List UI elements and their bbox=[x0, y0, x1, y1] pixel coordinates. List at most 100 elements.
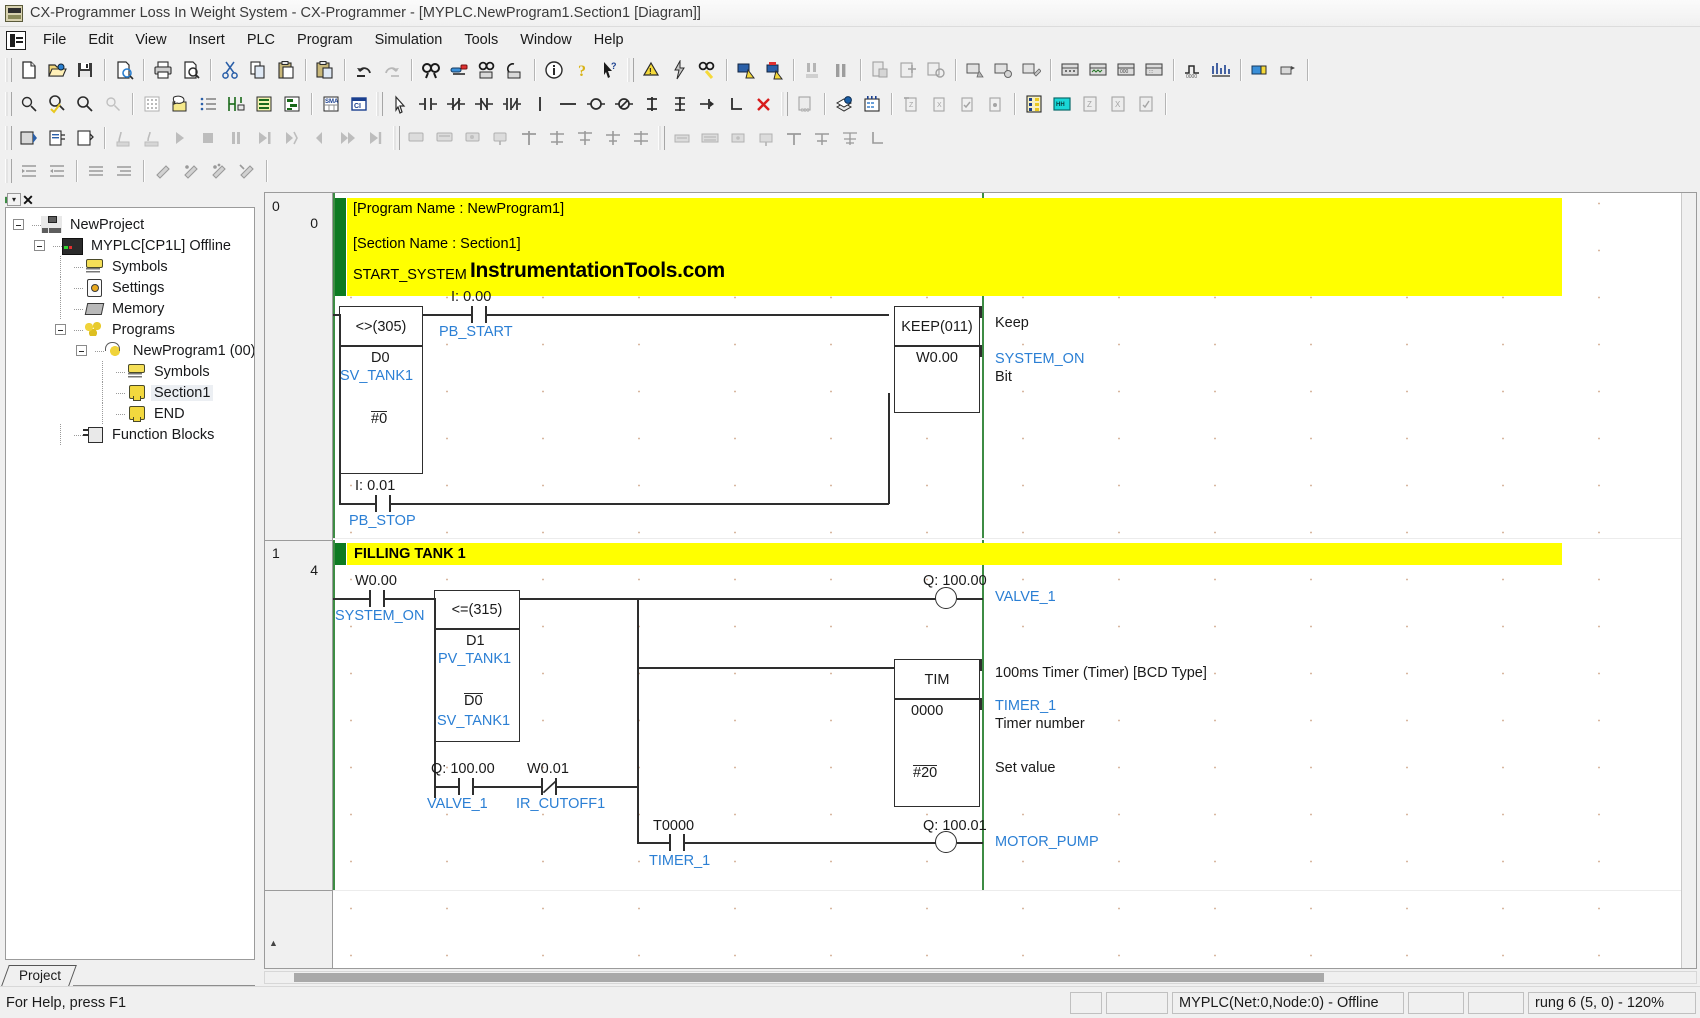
expander-minus-icon[interactable] bbox=[34, 240, 45, 251]
coil-motor-pump[interactable] bbox=[935, 831, 957, 853]
help-icon[interactable]: ? bbox=[569, 57, 595, 83]
toolbar-grip[interactable] bbox=[5, 126, 12, 150]
zoom-icon[interactable] bbox=[16, 91, 42, 117]
expander-minus-icon[interactable] bbox=[13, 219, 24, 230]
grid-icon[interactable] bbox=[139, 91, 165, 117]
find-next-icon[interactable] bbox=[474, 57, 500, 83]
io-table-icon[interactable] bbox=[962, 57, 988, 83]
contact-valve-1[interactable] bbox=[458, 778, 474, 795]
select-mode-icon[interactable] bbox=[387, 91, 413, 117]
toolbar-grip[interactable] bbox=[5, 159, 12, 183]
comment-icon[interactable] bbox=[167, 91, 193, 117]
set-value-icon[interactable] bbox=[72, 125, 98, 151]
cx-simulator-icon[interactable] bbox=[1247, 57, 1273, 83]
cut-icon[interactable] bbox=[217, 57, 243, 83]
tree-node-myplc[interactable]: MYPLC[CP1L] Offline bbox=[6, 235, 254, 256]
monitor3-icon[interactable]: 000 bbox=[1113, 57, 1139, 83]
menu-file[interactable]: File bbox=[32, 29, 77, 51]
tree-node-end[interactable]: END bbox=[6, 403, 254, 424]
io-compare-icon[interactable] bbox=[990, 57, 1016, 83]
menu-insert[interactable]: Insert bbox=[178, 29, 236, 51]
cross-ref-icon[interactable]: CI bbox=[346, 91, 372, 117]
copy-icon[interactable] bbox=[245, 57, 271, 83]
menu-edit[interactable]: Edit bbox=[77, 29, 124, 51]
toolbar-grip[interactable] bbox=[5, 92, 12, 116]
tree-node-memory[interactable]: Memory bbox=[6, 298, 254, 319]
show-symbols-icon[interactable] bbox=[223, 91, 249, 117]
tree-node-section1[interactable]: Section1 bbox=[6, 382, 254, 403]
new-icon[interactable] bbox=[16, 57, 42, 83]
contact-timer-1[interactable] bbox=[669, 834, 685, 851]
online-compare-icon[interactable] bbox=[694, 57, 720, 83]
sma-icon[interactable]: SMA bbox=[318, 91, 344, 117]
context-help-icon[interactable]: ? bbox=[597, 57, 623, 83]
section-list-icon[interactable] bbox=[279, 91, 305, 117]
contact-system-on[interactable] bbox=[369, 590, 385, 607]
new-link-icon[interactable] bbox=[723, 91, 749, 117]
symbol-table-icon[interactable] bbox=[251, 91, 277, 117]
auto-online-icon[interactable] bbox=[666, 57, 692, 83]
toggle-mode-icon[interactable] bbox=[16, 125, 42, 151]
gutter-rung-1[interactable]: 1 4 bbox=[265, 545, 332, 890]
mnemonic-view-icon[interactable]: HH bbox=[1049, 91, 1075, 117]
monitor2-icon[interactable] bbox=[1085, 57, 1111, 83]
tree-node-symbols[interactable]: Symbols bbox=[6, 256, 254, 277]
expander-minus-icon[interactable] bbox=[76, 345, 87, 356]
cx-debug-icon[interactable] bbox=[1275, 57, 1301, 83]
menu-program[interactable]: Program bbox=[286, 29, 364, 51]
work-online-icon[interactable]: ! bbox=[638, 57, 664, 83]
ladder-canvas[interactable]: [Program Name : NewProgram1] [Section Na… bbox=[333, 193, 1696, 968]
fb-library-icon[interactable] bbox=[831, 91, 857, 117]
contact-pb-start[interactable] bbox=[471, 306, 487, 323]
new-pls-icon[interactable] bbox=[639, 91, 665, 117]
find-prev-icon[interactable] bbox=[502, 57, 528, 83]
fb-generate-icon[interactable] bbox=[859, 91, 885, 117]
timechart-icon[interactable]: 0000 bbox=[1180, 57, 1206, 83]
new-plf-icon[interactable] bbox=[667, 91, 693, 117]
save-icon[interactable] bbox=[72, 57, 98, 83]
monitor4-icon[interactable]: ::: bbox=[1141, 57, 1167, 83]
transfer-to-plc-icon[interactable] bbox=[733, 57, 759, 83]
tree-node-settings[interactable]: Settings bbox=[6, 277, 254, 298]
horizontal-icon[interactable] bbox=[555, 91, 581, 117]
transfer-from-plc-icon[interactable] bbox=[761, 57, 787, 83]
zoom-out-icon[interactable] bbox=[72, 91, 98, 117]
monitor1-icon[interactable] bbox=[1057, 57, 1083, 83]
paste-special-icon[interactable] bbox=[312, 57, 338, 83]
delete-link-icon[interactable] bbox=[751, 91, 777, 117]
menu-tools[interactable]: Tools bbox=[453, 29, 509, 51]
compare-block-305[interactable]: <>(305) bbox=[339, 306, 423, 474]
tree-node-function-blocks[interactable]: Function Blocks bbox=[6, 424, 254, 445]
vertical-icon[interactable] bbox=[527, 91, 553, 117]
tab-project[interactable]: Project bbox=[5, 965, 73, 986]
io-edit-icon[interactable] bbox=[1018, 57, 1044, 83]
open-icon[interactable] bbox=[44, 57, 70, 83]
replace-icon[interactable] bbox=[446, 57, 472, 83]
rung-comment-icon[interactable] bbox=[195, 91, 221, 117]
close-icon[interactable]: ✕ bbox=[21, 193, 35, 207]
differential-monitor-icon[interactable] bbox=[44, 125, 70, 151]
menu-view[interactable]: View bbox=[124, 29, 177, 51]
gutter-rung-0[interactable]: 0 0 bbox=[265, 198, 332, 540]
new-inst-icon[interactable] bbox=[695, 91, 721, 117]
new-closed-contact-icon[interactable] bbox=[471, 91, 497, 117]
scrollbar-thumb[interactable] bbox=[293, 973, 1324, 982]
paste-icon[interactable] bbox=[273, 57, 299, 83]
toolbar-grip[interactable] bbox=[627, 58, 634, 82]
toolbar-grip[interactable] bbox=[658, 126, 665, 150]
find-icon[interactable] bbox=[418, 57, 444, 83]
expander-minus-icon[interactable] bbox=[55, 324, 66, 335]
tree-node-newproject[interactable]: NewProject bbox=[6, 214, 254, 235]
menu-simulation[interactable]: Simulation bbox=[364, 29, 454, 51]
new-contact-icon[interactable] bbox=[415, 91, 441, 117]
tree-node-newprogram1[interactable]: NewProgram1 (00) bbox=[6, 340, 254, 361]
application-menu-icon[interactable] bbox=[6, 30, 26, 50]
tree-node-programs[interactable]: Programs bbox=[6, 319, 254, 340]
toolbar-grip[interactable] bbox=[781, 92, 788, 116]
undo-icon[interactable] bbox=[351, 57, 377, 83]
menu-window[interactable]: Window bbox=[509, 29, 583, 51]
new-closed-contact-not-icon[interactable] bbox=[499, 91, 525, 117]
datatrace-icon[interactable] bbox=[1208, 57, 1234, 83]
new-coil-icon[interactable] bbox=[583, 91, 609, 117]
print-setup-icon[interactable] bbox=[111, 57, 137, 83]
